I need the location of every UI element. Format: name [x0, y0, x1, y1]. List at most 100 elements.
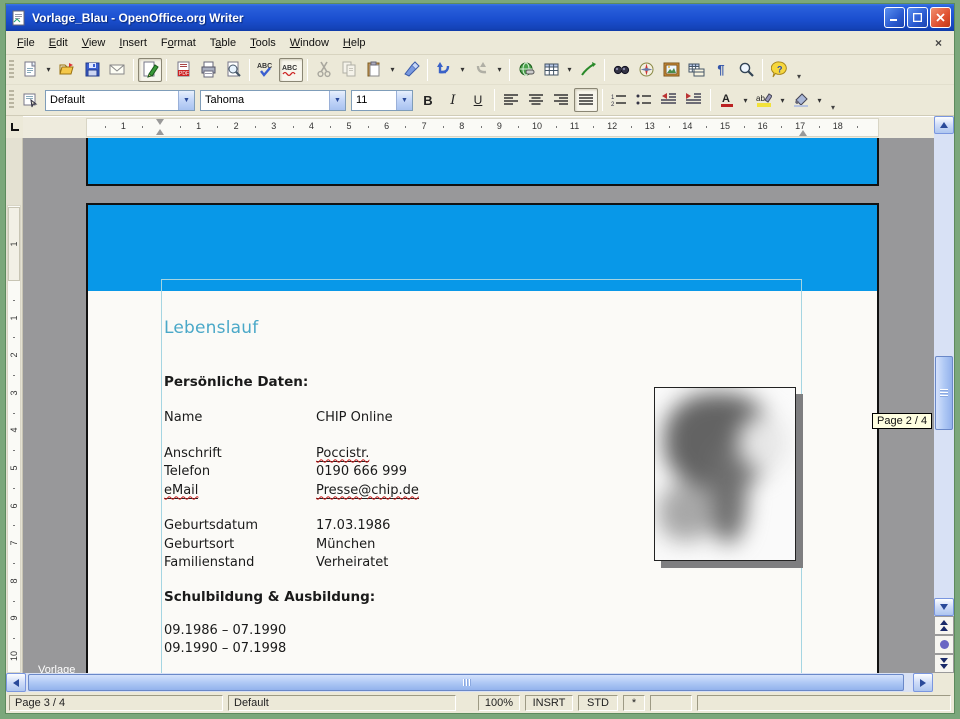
- horizontal-scroll-track[interactable]: [26, 673, 913, 692]
- cut-icon[interactable]: [312, 58, 336, 82]
- menu-help[interactable]: Help: [336, 34, 373, 52]
- paste-dropdown[interactable]: ▾: [387, 59, 398, 81]
- chevron-down-icon[interactable]: ▼: [329, 91, 345, 110]
- redo-dropdown[interactable]: ▾: [494, 59, 505, 81]
- toolbar-overflow-button[interactable]: ▾: [794, 71, 804, 82]
- status-page[interactable]: Page 3 / 4: [9, 695, 223, 711]
- horizontal-scroll-thumb[interactable]: [28, 674, 904, 691]
- toolbar-grip[interactable]: [9, 60, 14, 80]
- gallery-icon[interactable]: [659, 58, 683, 82]
- zoom-icon[interactable]: [734, 58, 758, 82]
- menu-format[interactable]: Format: [154, 34, 203, 52]
- maximize-button[interactable]: [907, 7, 928, 28]
- new-document-dropdown[interactable]: ▾: [43, 59, 54, 81]
- toolbar-grip[interactable]: [9, 90, 14, 110]
- font-size-combo[interactable]: 11▼: [351, 90, 413, 111]
- bullet-list-icon[interactable]: [632, 88, 656, 112]
- menu-window[interactable]: Window: [283, 34, 336, 52]
- horizontal-scrollbar[interactable]: [6, 673, 954, 692]
- hyperlink-icon[interactable]: [514, 58, 538, 82]
- autospellcheck-icon[interactable]: ABC: [279, 58, 303, 82]
- background-color-icon[interactable]: [789, 88, 813, 112]
- portrait-photo[interactable]: [654, 387, 796, 561]
- status-selection-mode[interactable]: STD: [578, 695, 618, 711]
- menu-insert[interactable]: Insert: [112, 34, 154, 52]
- toolbar-overflow-button[interactable]: ▾: [828, 102, 838, 113]
- status-extra[interactable]: [650, 695, 692, 711]
- status-insert-mode[interactable]: INSRT: [525, 695, 573, 711]
- status-page-style[interactable]: Default: [228, 695, 456, 711]
- data-sources-icon[interactable]: [684, 58, 708, 82]
- horizontal-ruler[interactable]: 1234567891011121314151617181: [23, 116, 934, 138]
- tab-stop-selector[interactable]: [6, 116, 23, 138]
- save-icon[interactable]: [80, 58, 104, 82]
- export-pdf-icon[interactable]: PDF: [171, 58, 195, 82]
- menu-tools[interactable]: Tools: [243, 34, 283, 52]
- draw-functions-icon[interactable]: [576, 58, 600, 82]
- vertical-scroll-thumb[interactable]: [935, 356, 953, 430]
- insert-table-dropdown[interactable]: ▾: [564, 59, 575, 81]
- next-page-button[interactable]: [934, 654, 954, 673]
- vertical-ruler[interactable]: 1 12345678910: [6, 138, 23, 673]
- redo-icon[interactable]: [469, 58, 493, 82]
- previous-page-button[interactable]: [934, 616, 954, 635]
- close-document-button[interactable]: ×: [927, 36, 950, 50]
- undo-dropdown[interactable]: ▾: [457, 59, 468, 81]
- menu-table[interactable]: Table: [203, 34, 243, 52]
- undo-icon[interactable]: [432, 58, 456, 82]
- menu-file[interactable]: File: [10, 34, 42, 52]
- navigator-icon[interactable]: [634, 58, 658, 82]
- spellcheck-icon[interactable]: ABC: [254, 58, 278, 82]
- chevron-down-icon[interactable]: ▼: [396, 91, 412, 110]
- minimize-button[interactable]: [884, 7, 905, 28]
- scroll-down-button[interactable]: [934, 598, 954, 616]
- highlighting-icon[interactable]: ab: [752, 88, 776, 112]
- chevron-down-icon[interactable]: ▼: [178, 91, 194, 110]
- title-bar[interactable]: Vorlage_Blau - OpenOffice.org Writer: [6, 4, 954, 31]
- status-modified[interactable]: *: [623, 695, 645, 711]
- highlighting-dropdown[interactable]: ▾: [777, 89, 788, 111]
- help-icon[interactable]: ?: [767, 58, 791, 82]
- font-name-combo[interactable]: Tahoma▼: [200, 90, 346, 111]
- copy-icon[interactable]: [337, 58, 361, 82]
- new-document-icon[interactable]: [18, 58, 42, 82]
- decrease-indent-icon[interactable]: [657, 88, 681, 112]
- document-area[interactable]: Lebenslauf Persönliche Daten: NameCHIP O…: [23, 138, 934, 673]
- page-preview-icon[interactable]: [221, 58, 245, 82]
- font-color-dropdown[interactable]: ▾: [740, 89, 751, 111]
- indent-marker[interactable]: [156, 119, 165, 135]
- format-paintbrush-icon[interactable]: [399, 58, 423, 82]
- menu-edit[interactable]: Edit: [42, 34, 75, 52]
- status-info[interactable]: [697, 695, 951, 711]
- bold-button[interactable]: B: [416, 88, 440, 112]
- paste-icon[interactable]: [362, 58, 386, 82]
- align-left-icon[interactable]: [499, 88, 523, 112]
- close-button[interactable]: [930, 7, 951, 28]
- scroll-up-button[interactable]: [934, 116, 954, 134]
- increase-indent-icon[interactable]: [682, 88, 706, 112]
- paragraph-style-combo[interactable]: Default▼: [45, 90, 195, 111]
- email-document-icon[interactable]: [105, 58, 129, 82]
- open-icon[interactable]: [55, 58, 79, 82]
- align-center-icon[interactable]: [524, 88, 548, 112]
- find-replace-icon[interactable]: [609, 58, 633, 82]
- underline-button[interactable]: U: [466, 88, 490, 112]
- styles-and-formatting-icon[interactable]: [18, 88, 42, 112]
- justify-icon[interactable]: [574, 88, 598, 112]
- vertical-scroll-track[interactable]: [934, 138, 954, 598]
- scroll-right-button[interactable]: [913, 673, 933, 692]
- font-color-icon[interactable]: A: [715, 88, 739, 112]
- align-right-icon[interactable]: [549, 88, 573, 112]
- scroll-left-button[interactable]: [6, 673, 26, 692]
- nonprinting-characters-icon[interactable]: ¶: [709, 58, 733, 82]
- italic-button[interactable]: I: [441, 88, 465, 112]
- background-color-dropdown[interactable]: ▾: [814, 89, 825, 111]
- print-icon[interactable]: [196, 58, 220, 82]
- status-zoom[interactable]: 100%: [478, 695, 520, 711]
- edit-file-icon[interactable]: [138, 58, 162, 82]
- insert-table-icon[interactable]: [539, 58, 563, 82]
- vertical-scrollbar[interactable]: [934, 138, 954, 673]
- menu-view[interactable]: View: [75, 34, 113, 52]
- numbered-list-icon[interactable]: 12: [607, 88, 631, 112]
- navigation-button[interactable]: [934, 635, 954, 654]
